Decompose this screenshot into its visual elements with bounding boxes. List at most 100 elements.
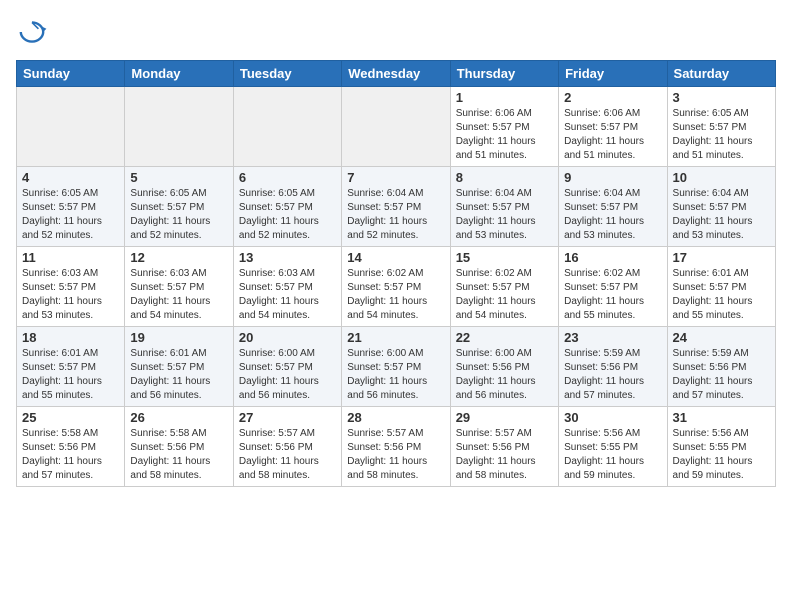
- calendar-cell: 22 Sunrise: 6:00 AM Sunset: 5:56 PM Dayli…: [450, 327, 558, 407]
- logo: [16, 16, 52, 48]
- day-number: 21: [347, 330, 444, 345]
- logo-icon: [16, 16, 48, 48]
- day-number: 30: [564, 410, 661, 425]
- day-number: 1: [456, 90, 553, 105]
- week-row-3: 11Sunrise: 6:03 AM Sunset: 5:57 PM Dayli…: [17, 247, 776, 327]
- week-row-1: 1 Sunrise: 6:06 AM Sunset: 5:57 PM Daylig…: [17, 87, 776, 167]
- calendar-cell: 8 Sunrise: 6:04 AM Sunset: 5:57 PM Daylig…: [450, 167, 558, 247]
- calendar-cell: 4 Sunrise: 6:05 AM Sunset: 5:57 PM Daylig…: [17, 167, 125, 247]
- calendar-table: SundayMondayTuesdayWednesdayThursdayFrid…: [16, 60, 776, 487]
- day-info: Sunrise: 6:02 AM Sunset: 5:57 PM Dayligh…: [347, 267, 444, 323]
- day-number: 17: [673, 250, 770, 265]
- day-info: Sunrise: 6:01 AM Sunset: 5:57 PM Dayligh…: [22, 347, 119, 403]
- calendar-cell: 26 Sunrise: 5:58 AM Sunset: 5:56 PM Dayli…: [125, 407, 233, 487]
- day-number: 6: [239, 170, 336, 185]
- header-tuesday: Tuesday: [233, 61, 341, 87]
- day-info: Sunrise: 6:05 AM Sunset: 5:57 PM Dayligh…: [130, 187, 227, 243]
- week-row-4: 18 Sunrise: 6:01 AM Sunset: 5:57 PM Dayli…: [17, 327, 776, 407]
- day-info: Sunrise: 6:06 AM Sunset: 5:57 PM Dayligh…: [564, 107, 661, 163]
- day-info: Sunrise: 6:06 AM Sunset: 5:57 PM Dayligh…: [456, 107, 553, 163]
- calendar-cell: 7 Sunrise: 6:04 AM Sunset: 5:57 PM Daylig…: [342, 167, 450, 247]
- calendar-cell: 2 Sunrise: 6:06 AM Sunset: 5:57 PM Daylig…: [559, 87, 667, 167]
- day-number: 19: [130, 330, 227, 345]
- day-number: 4: [22, 170, 119, 185]
- day-number: 14: [347, 250, 444, 265]
- day-info: Sunrise: 5:56 AM Sunset: 5:55 PM Dayligh…: [673, 427, 770, 483]
- day-info: Sunrise: 6:03 AM Sunset: 5:57 PM Dayligh…: [22, 267, 119, 323]
- calendar-cell: [17, 87, 125, 167]
- day-number: 20: [239, 330, 336, 345]
- calendar-cell: 12 Sunrise: 6:03 AM Sunset: 5:57 PM Dayli…: [125, 247, 233, 327]
- day-info: Sunrise: 6:05 AM Sunset: 5:57 PM Dayligh…: [673, 107, 770, 163]
- day-info: Sunrise: 6:04 AM Sunset: 5:57 PM Dayligh…: [347, 187, 444, 243]
- calendar-cell: 10Sunrise: 6:04 AM Sunset: 5:57 PM Dayli…: [667, 167, 775, 247]
- day-number: 2: [564, 90, 661, 105]
- header-wednesday: Wednesday: [342, 61, 450, 87]
- header-thursday: Thursday: [450, 61, 558, 87]
- week-row-2: 4 Sunrise: 6:05 AM Sunset: 5:57 PM Daylig…: [17, 167, 776, 247]
- day-info: Sunrise: 5:58 AM Sunset: 5:56 PM Dayligh…: [130, 427, 227, 483]
- header-friday: Friday: [559, 61, 667, 87]
- day-number: 10: [673, 170, 770, 185]
- day-info: Sunrise: 6:03 AM Sunset: 5:57 PM Dayligh…: [239, 267, 336, 323]
- calendar-cell: 28 Sunrise: 5:57 AM Sunset: 5:56 PM Dayli…: [342, 407, 450, 487]
- day-info: Sunrise: 5:57 AM Sunset: 5:56 PM Dayligh…: [347, 427, 444, 483]
- calendar-cell: 24 Sunrise: 5:59 AM Sunset: 5:56 PM Dayli…: [667, 327, 775, 407]
- header-saturday: Saturday: [667, 61, 775, 87]
- day-info: Sunrise: 6:05 AM Sunset: 5:57 PM Dayligh…: [239, 187, 336, 243]
- day-number: 12: [130, 250, 227, 265]
- day-info: Sunrise: 5:56 AM Sunset: 5:55 PM Dayligh…: [564, 427, 661, 483]
- day-number: 29: [456, 410, 553, 425]
- calendar-cell: 29Sunrise: 5:57 AM Sunset: 5:56 PM Dayli…: [450, 407, 558, 487]
- calendar-cell: 9Sunrise: 6:04 AM Sunset: 5:57 PM Daylig…: [559, 167, 667, 247]
- day-info: Sunrise: 5:59 AM Sunset: 5:56 PM Dayligh…: [673, 347, 770, 403]
- calendar-cell: 14 Sunrise: 6:02 AM Sunset: 5:57 PM Dayli…: [342, 247, 450, 327]
- day-number: 3: [673, 90, 770, 105]
- calendar-cell: 31 Sunrise: 5:56 AM Sunset: 5:55 PM Dayli…: [667, 407, 775, 487]
- day-number: 26: [130, 410, 227, 425]
- day-number: 9: [564, 170, 661, 185]
- calendar-cell: 17 Sunrise: 6:01 AM Sunset: 5:57 PM Dayli…: [667, 247, 775, 327]
- day-number: 22: [456, 330, 553, 345]
- day-info: Sunrise: 6:04 AM Sunset: 5:57 PM Dayligh…: [456, 187, 553, 243]
- day-info: Sunrise: 6:00 AM Sunset: 5:56 PM Dayligh…: [456, 347, 553, 403]
- day-info: Sunrise: 6:01 AM Sunset: 5:57 PM Dayligh…: [130, 347, 227, 403]
- calendar-cell: 21 Sunrise: 6:00 AM Sunset: 5:57 PM Dayli…: [342, 327, 450, 407]
- calendar-cell: 16Sunrise: 6:02 AM Sunset: 5:57 PM Dayli…: [559, 247, 667, 327]
- day-info: Sunrise: 6:05 AM Sunset: 5:57 PM Dayligh…: [22, 187, 119, 243]
- calendar-cell: 3 Sunrise: 6:05 AM Sunset: 5:57 PM Daylig…: [667, 87, 775, 167]
- calendar-cell: [125, 87, 233, 167]
- calendar-cell: 30 Sunrise: 5:56 AM Sunset: 5:55 PM Dayli…: [559, 407, 667, 487]
- day-number: 8: [456, 170, 553, 185]
- day-number: 7: [347, 170, 444, 185]
- day-number: 13: [239, 250, 336, 265]
- day-number: 25: [22, 410, 119, 425]
- calendar-cell: 20 Sunrise: 6:00 AM Sunset: 5:57 PM Dayli…: [233, 327, 341, 407]
- calendar-cell: 5 Sunrise: 6:05 AM Sunset: 5:57 PM Daylig…: [125, 167, 233, 247]
- day-info: Sunrise: 6:02 AM Sunset: 5:57 PM Dayligh…: [456, 267, 553, 323]
- calendar-cell: 13 Sunrise: 6:03 AM Sunset: 5:57 PM Dayli…: [233, 247, 341, 327]
- calendar-cell: 27Sunrise: 5:57 AM Sunset: 5:56 PM Dayli…: [233, 407, 341, 487]
- calendar-cell: 15 Sunrise: 6:02 AM Sunset: 5:57 PM Dayli…: [450, 247, 558, 327]
- calendar-cell: 6 Sunrise: 6:05 AM Sunset: 5:57 PM Daylig…: [233, 167, 341, 247]
- calendar-cell: 23Sunrise: 5:59 AM Sunset: 5:56 PM Dayli…: [559, 327, 667, 407]
- day-info: Sunrise: 5:58 AM Sunset: 5:56 PM Dayligh…: [22, 427, 119, 483]
- day-info: Sunrise: 6:01 AM Sunset: 5:57 PM Dayligh…: [673, 267, 770, 323]
- day-number: 5: [130, 170, 227, 185]
- day-number: 18: [22, 330, 119, 345]
- day-number: 16: [564, 250, 661, 265]
- day-number: 15: [456, 250, 553, 265]
- calendar-cell: 11Sunrise: 6:03 AM Sunset: 5:57 PM Dayli…: [17, 247, 125, 327]
- day-number: 28: [347, 410, 444, 425]
- calendar-cell: 19 Sunrise: 6:01 AM Sunset: 5:57 PM Dayli…: [125, 327, 233, 407]
- day-number: 23: [564, 330, 661, 345]
- header-sunday: Sunday: [17, 61, 125, 87]
- week-row-5: 25 Sunrise: 5:58 AM Sunset: 5:56 PM Dayli…: [17, 407, 776, 487]
- day-info: Sunrise: 6:00 AM Sunset: 5:57 PM Dayligh…: [347, 347, 444, 403]
- header-monday: Monday: [125, 61, 233, 87]
- day-info: Sunrise: 6:03 AM Sunset: 5:57 PM Dayligh…: [130, 267, 227, 323]
- day-number: 31: [673, 410, 770, 425]
- day-info: Sunrise: 6:00 AM Sunset: 5:57 PM Dayligh…: [239, 347, 336, 403]
- day-number: 24: [673, 330, 770, 345]
- calendar-cell: 18 Sunrise: 6:01 AM Sunset: 5:57 PM Dayli…: [17, 327, 125, 407]
